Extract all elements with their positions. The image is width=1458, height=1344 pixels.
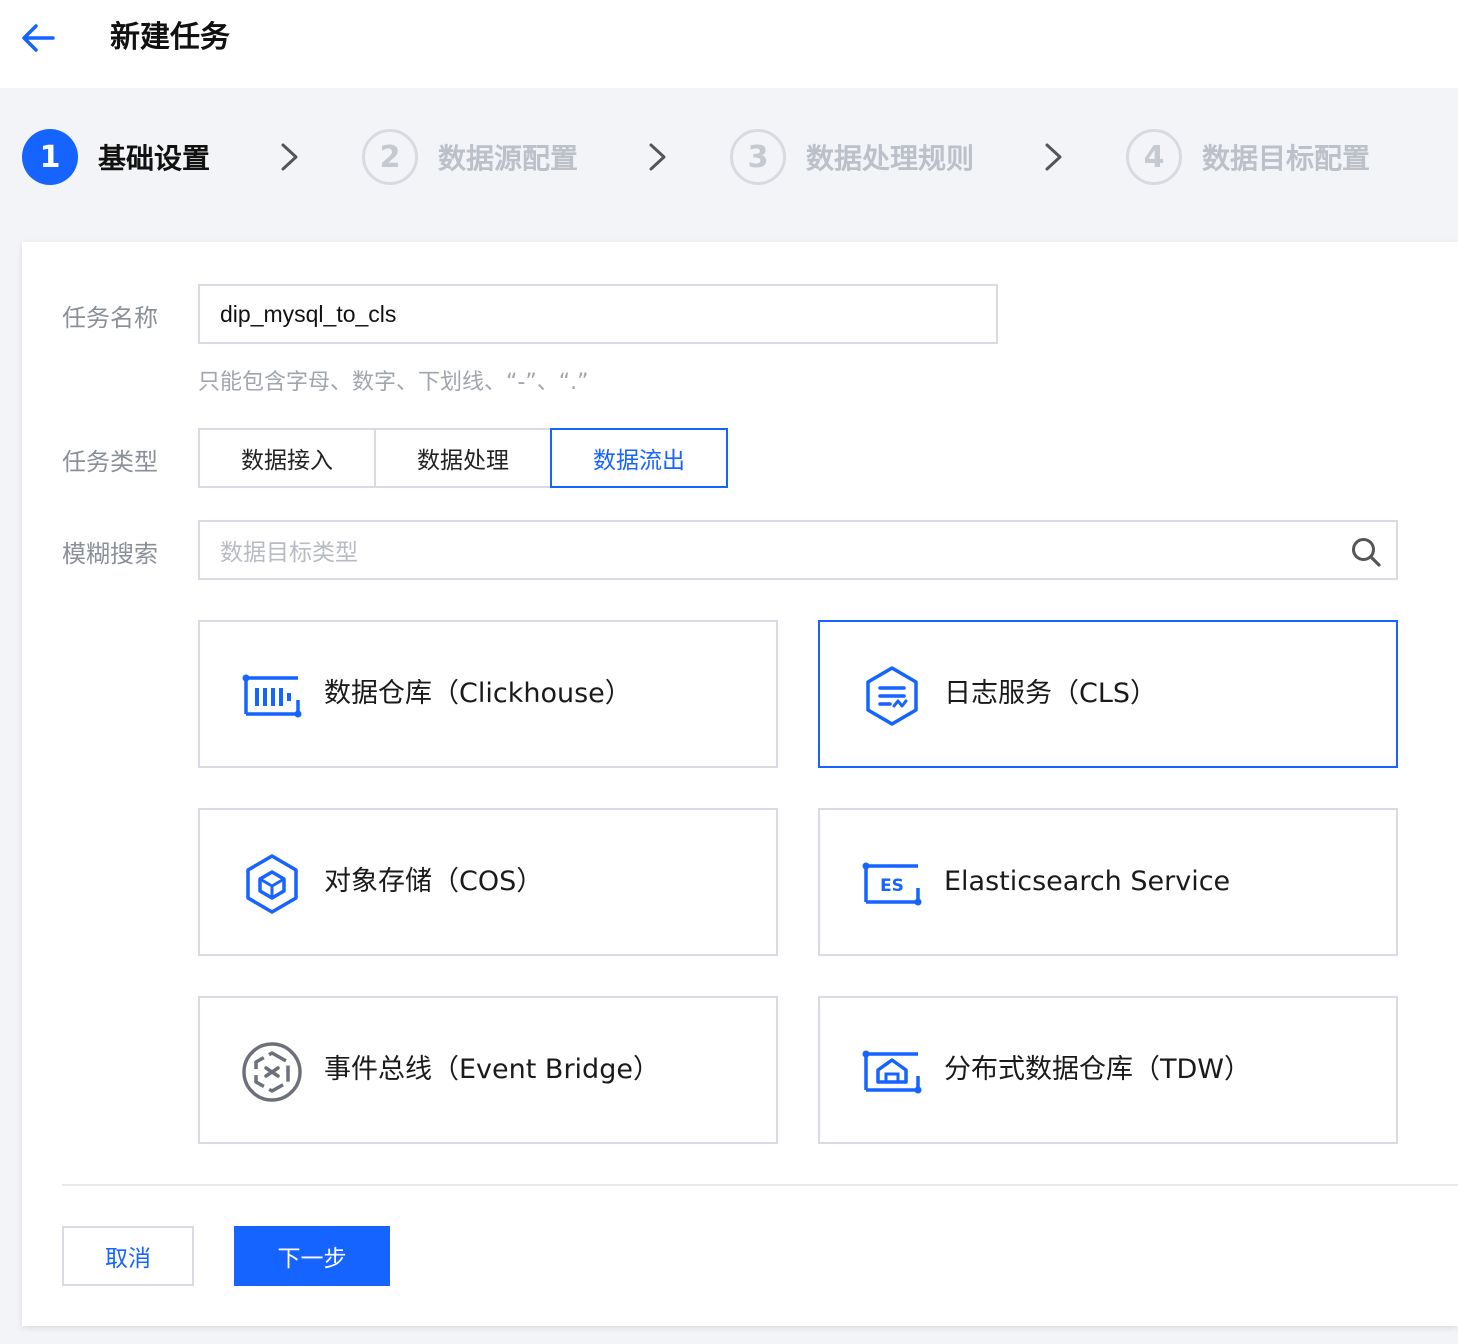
task-name-value: dip_mysql_to_cls: [220, 300, 397, 327]
form-card: 任务名称 dip_mysql_to_cls 只能包含字母、数字、下划线、“-”、…: [22, 242, 1458, 1326]
task-type-option-export[interactable]: 数据流出: [550, 428, 728, 488]
footer-divider: [62, 1184, 1458, 1186]
target-label: 分布式数据仓库（TDW）: [944, 1054, 1251, 1085]
top-bar: 新建任务: [0, 0, 1458, 88]
step-1-number: 1: [22, 129, 78, 185]
chevron-right-icon: [649, 143, 666, 171]
svg-text:ES: ES: [880, 876, 904, 896]
target-label: Elasticsearch Service: [944, 866, 1231, 897]
cls-icon: [866, 666, 918, 726]
task-name-label: 任务名称: [62, 304, 158, 332]
step-2: 2 数据源配置: [362, 128, 578, 186]
target-card-eventbridge[interactable]: 事件总线（Event Bridge）: [198, 996, 778, 1144]
step-1-label: 基础设置: [98, 142, 211, 175]
step-2-number: 2: [362, 129, 418, 185]
target-label: 日志服务（CLS）: [944, 678, 1158, 709]
page-title: 新建任务: [110, 20, 230, 55]
step-4: 4 数据目标配置: [1126, 128, 1370, 186]
step-3: 3 数据处理规则: [730, 128, 974, 186]
step-indicator: 1 基础设置 2 数据源配置 3 数据处理规则 4 数据目标配置: [0, 88, 1458, 228]
target-label: 对象存储（COS）: [324, 866, 544, 897]
chevron-right-icon: [1045, 143, 1062, 171]
target-card-cos[interactable]: 对象存储（COS）: [198, 808, 778, 956]
task-type-segmented: 数据接入 数据处理 数据流出: [198, 428, 728, 488]
step-4-label: 数据目标配置: [1202, 142, 1371, 175]
back-button[interactable]: [18, 18, 58, 58]
arrow-left-icon: [22, 24, 55, 52]
target-card-cls[interactable]: 日志服务（CLS）: [818, 620, 1398, 768]
target-card-tdw[interactable]: 分布式数据仓库（TDW）: [818, 996, 1398, 1144]
task-type-label: 任务类型: [62, 448, 158, 476]
chevron-right-icon: [281, 143, 298, 171]
search-input[interactable]: 数据目标类型: [198, 520, 1398, 580]
search-icon: [1352, 538, 1381, 567]
target-card-clickhouse[interactable]: 数据仓库（Clickhouse）: [198, 620, 778, 768]
step-2-label: 数据源配置: [438, 142, 579, 175]
step-3-label: 数据处理规则: [806, 142, 975, 175]
elasticsearch-icon: ES: [862, 862, 922, 906]
tdw-icon: [862, 1050, 922, 1094]
task-type-option-ingest[interactable]: 数据接入: [198, 428, 376, 488]
next-step-button[interactable]: 下一步: [234, 1226, 390, 1286]
cancel-button[interactable]: 取消: [62, 1226, 194, 1286]
task-name-input[interactable]: dip_mysql_to_cls: [198, 284, 998, 344]
step-4-number: 4: [1126, 129, 1182, 185]
task-name-hint: 只能包含字母、数字、下划线、“-”、“.”: [198, 370, 589, 395]
clickhouse-icon: [242, 674, 302, 718]
task-type-option-process[interactable]: 数据处理: [374, 428, 552, 488]
cos-icon: [246, 854, 298, 914]
step-3-number: 3: [730, 129, 786, 185]
search-label: 模糊搜索: [62, 540, 158, 568]
target-label: 事件总线（Event Bridge）: [324, 1054, 660, 1085]
search-placeholder: 数据目标类型: [220, 540, 358, 566]
search-button[interactable]: [1350, 536, 1382, 568]
eventbridge-icon: [242, 1042, 302, 1102]
step-1: 1 基础设置: [22, 128, 210, 186]
target-card-elasticsearch[interactable]: ES Elasticsearch Service: [818, 808, 1398, 956]
target-label: 数据仓库（Clickhouse）: [324, 678, 632, 709]
